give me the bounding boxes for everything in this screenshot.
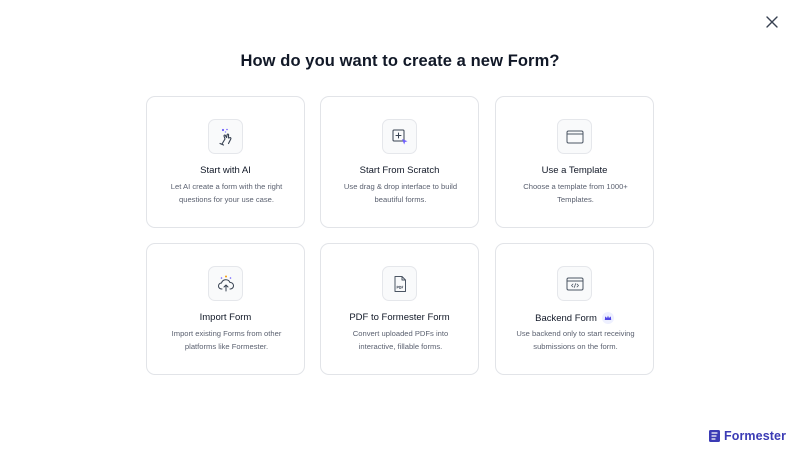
option-card-backend-form[interactable]: Backend Form Use backend only to start r… xyxy=(495,243,654,375)
close-icon xyxy=(766,16,778,28)
option-icon-box xyxy=(557,266,592,301)
option-icon-box xyxy=(382,119,417,154)
crown-icon xyxy=(604,315,612,320)
option-card-start-with-ai[interactable]: Start with AI Let AI create a form with … xyxy=(146,96,305,228)
option-card-use-a-template[interactable]: Use a Template Choose a template from 10… xyxy=(495,96,654,228)
option-icon-box xyxy=(557,119,592,154)
option-description: Convert uploaded PDFs into interactive, … xyxy=(352,329,449,351)
option-card-start-from-scratch[interactable]: Start From Scratch Use drag & drop inter… xyxy=(320,96,479,228)
option-icon-box xyxy=(208,119,243,154)
option-title: Backend Form xyxy=(496,312,653,324)
ai-sparkle-hand-icon xyxy=(218,128,231,146)
option-icon-box xyxy=(208,266,243,301)
option-title: Use a Template xyxy=(541,165,608,176)
brand-logo: Formester xyxy=(709,428,786,444)
option-description: Import existing Forms from other platfor… xyxy=(171,329,282,351)
close-button[interactable] xyxy=(763,13,781,31)
option-description: Choose a template from 1000+ Templates. xyxy=(523,182,628,204)
option-description: Use drag & drop interface to build beaut… xyxy=(343,182,458,204)
brand-name: Formester xyxy=(724,429,787,443)
premium-badge xyxy=(601,312,614,324)
option-card-import-form[interactable]: Import Form Import existing Forms from o… xyxy=(146,243,305,375)
option-title: Import Form xyxy=(199,312,252,323)
code-window-icon xyxy=(566,277,583,290)
cursor-add-icon xyxy=(392,129,407,144)
page-title: How do you want to create a new Form? xyxy=(240,52,560,70)
option-title: Start From Scratch xyxy=(359,165,440,176)
option-title: PDF to Formester Form xyxy=(349,312,450,323)
option-description: Use backend only to start receiving subm… xyxy=(516,329,635,351)
cloud-upload-icon xyxy=(217,275,234,291)
option-card-pdf-to-formester-form[interactable]: PDF to Formester Form Convert uploaded P… xyxy=(320,243,479,375)
template-window-icon xyxy=(566,130,583,143)
option-title: Start with AI xyxy=(200,165,251,176)
option-icon-box xyxy=(382,266,417,301)
pdf-file-icon xyxy=(394,275,406,292)
option-description: Let AI create a form with the right ques… xyxy=(170,182,283,204)
formester-logo-icon xyxy=(709,430,720,442)
